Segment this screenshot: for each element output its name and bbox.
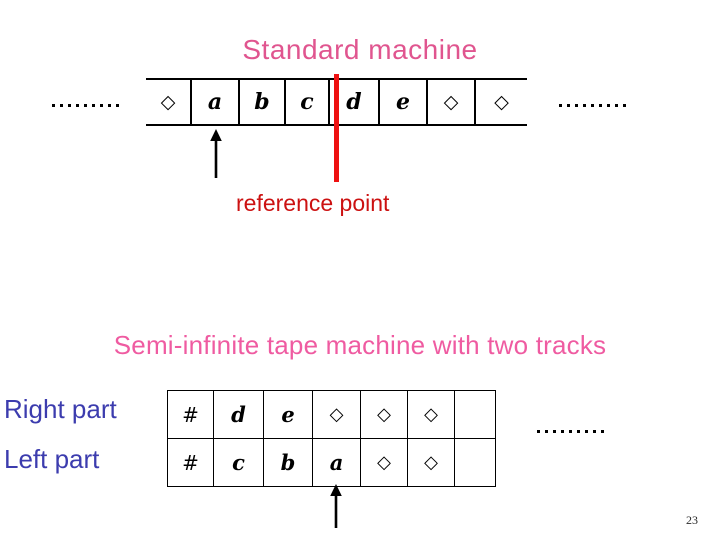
tape-cell-1: a [192, 80, 240, 124]
track-cell-r0-c4: ◇ [360, 390, 408, 439]
two-track-tape-table: # d e ◇ ◇ ◇ # c b a ◇ ◇ [167, 390, 496, 487]
page-number: 23 [686, 513, 698, 527]
track-cell-r1-c0: # [167, 438, 214, 487]
track-row-right-part: # d e ◇ ◇ ◇ [167, 390, 496, 439]
track-cell-r1-c4: ◇ [360, 438, 408, 487]
track-cell-r0-c5: ◇ [407, 390, 455, 439]
tape-cell-6: ◇ [428, 80, 476, 124]
track-cell-r0-c3: ◇ [312, 390, 361, 439]
tape-head-arrow-semi-infinite [330, 484, 342, 528]
right-ellipsis-standard [559, 104, 626, 107]
tape-cell-3: c [286, 80, 330, 124]
row-label-right-part: Right part [4, 394, 117, 424]
right-ellipsis-semi-infinite [537, 430, 604, 433]
track-cell-r0-c0: # [167, 390, 214, 439]
tape-cell-5: e [380, 80, 428, 124]
track-row-left-part: # c b a ◇ ◇ [167, 438, 496, 487]
tape-cell-2: b [240, 80, 286, 124]
track-cell-r0-c1: d [213, 390, 264, 439]
tape-cell-7: ◇ [494, 91, 509, 113]
reference-point-line [334, 74, 339, 182]
slide-canvas: Standard machine ◇ a b c d e ◇ ◇ reference poin… [0, 0, 720, 540]
track-cell-r0-c2: e [263, 390, 313, 439]
row-label-left-part: Left part [4, 444, 100, 474]
reference-point-label: reference point [236, 190, 390, 216]
track-cell-r0-c6 [454, 390, 496, 439]
left-ellipsis-standard [52, 104, 119, 107]
track-cell-r1-c2: b [263, 438, 313, 487]
semi-infinite-machine-title: Semi-infinite tape machine with two trac… [113, 330, 607, 360]
standard-machine-title: Standard machine [242, 34, 478, 65]
tape-cell-0: ◇ [146, 80, 192, 124]
track-cell-r1-c1: c [213, 438, 264, 487]
tape-head-arrow-standard [210, 129, 222, 178]
track-cell-r1-c3: a [312, 438, 361, 487]
track-cell-r1-c5: ◇ [407, 438, 455, 487]
track-cell-r1-c6 [454, 438, 496, 487]
